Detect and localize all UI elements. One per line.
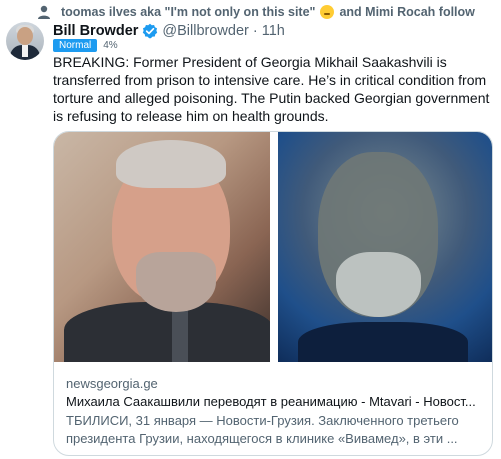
person-icon bbox=[38, 5, 50, 19]
verified-badge-icon bbox=[143, 23, 158, 39]
card-description: ТБИЛИСИ, 31 января — Новости-Грузия. Зак… bbox=[66, 413, 459, 446]
status-badge: Normal bbox=[53, 39, 98, 52]
card-photo-right bbox=[278, 132, 492, 362]
social-context-names[interactable]: toomas ilves aka "I'm not only on this s… bbox=[61, 5, 315, 19]
card-title[interactable]: Михаила Саакашвили переводят в реанимаци… bbox=[66, 394, 482, 409]
tweet-text: BREAKING: Former President of Georgia Mi… bbox=[53, 54, 490, 124]
label-row: Normal 4% bbox=[53, 39, 118, 52]
author-handle[interactable]: @Billbrowder bbox=[162, 23, 248, 39]
emoji-icon bbox=[320, 5, 335, 19]
tweet-header: Bill Browder @Billbrowder · 11h bbox=[53, 22, 285, 40]
separator: · bbox=[252, 23, 258, 39]
card-photo-left bbox=[54, 132, 274, 362]
author-name[interactable]: Bill Browder bbox=[53, 23, 138, 39]
link-card[interactable]: newsgeorgia.ge Михаила Саакашвили перево… bbox=[53, 131, 493, 456]
social-context: toomas ilves aka "I'm not only on this s… bbox=[10, 2, 495, 22]
card-image[interactable] bbox=[54, 132, 492, 362]
social-context-follow: and Mimi Rocah follow bbox=[339, 5, 475, 19]
percent-label: 4% bbox=[103, 40, 118, 51]
card-domain: newsgeorgia.ge bbox=[66, 376, 158, 391]
photo-divider bbox=[270, 132, 278, 362]
avatar[interactable] bbox=[6, 22, 44, 60]
timestamp[interactable]: 11h bbox=[262, 23, 285, 39]
